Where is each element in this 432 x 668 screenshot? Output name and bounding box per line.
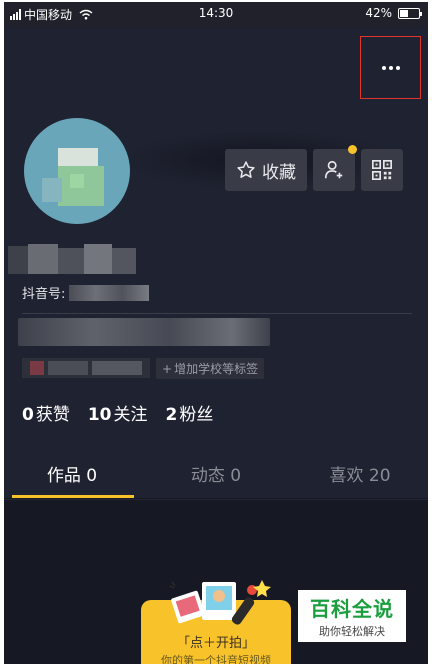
tab-moments[interactable]: 动态 0 xyxy=(144,456,288,500)
promo-title: 「点＋开拍」 xyxy=(176,636,255,651)
stat-likes[interactable]: 0 获赞 xyxy=(22,400,70,425)
tab-works[interactable]: 作品 0 xyxy=(0,456,144,500)
add-user-icon xyxy=(324,160,343,179)
star-icon xyxy=(237,161,255,178)
promo-subtitle: 你的第一个抖音短视频 xyxy=(161,654,271,667)
plus-icon: + xyxy=(162,361,173,376)
school-tag-label: 增加学校等标签 xyxy=(174,362,259,376)
collect-button[interactable]: 收藏 xyxy=(225,149,307,191)
tags-redacted xyxy=(22,358,150,378)
profile-tabs: 作品 0 动态 0 喜欢 20 xyxy=(0,456,432,500)
qr-code-button[interactable] xyxy=(361,149,403,191)
battery-percent: 42% xyxy=(365,6,392,20)
stat-followers[interactable]: 2 粉丝 xyxy=(166,400,214,425)
tab-likes[interactable]: 喜欢 20 xyxy=(288,456,432,500)
camera-props-icon xyxy=(169,580,271,625)
uid-value-redacted xyxy=(69,284,150,301)
notification-dot xyxy=(348,145,357,154)
battery-icon xyxy=(398,7,422,19)
status-bar: 中国移动 14:30 42% xyxy=(0,0,432,28)
bio-redacted xyxy=(18,318,270,346)
add-school-tag[interactable]: + 增加学校等标签 xyxy=(156,358,265,379)
nickname-redacted xyxy=(8,242,136,278)
more-options-button[interactable] xyxy=(360,36,421,99)
watermark-subtitle: 助你轻松解决 xyxy=(319,625,385,638)
add-friend-button[interactable] xyxy=(313,149,355,191)
uid-row: 抖音号: xyxy=(22,283,150,302)
battery-fill xyxy=(400,9,408,17)
qr-code-icon xyxy=(372,160,392,180)
more-dots-icon xyxy=(381,65,400,70)
collect-label: 收藏 xyxy=(262,162,296,183)
avatar[interactable] xyxy=(24,118,130,224)
status-right: 42% xyxy=(365,6,422,20)
watermark-title: 百科全说 xyxy=(310,597,394,621)
stat-following[interactable]: 10 关注 xyxy=(88,400,148,425)
divider xyxy=(22,313,412,314)
stats-row: 0 获赞 10 关注 2 粉丝 xyxy=(22,400,213,425)
watermark-logo: 百科全说 助你轻松解决 xyxy=(298,590,406,642)
uid-label: 抖音号: xyxy=(22,287,66,302)
